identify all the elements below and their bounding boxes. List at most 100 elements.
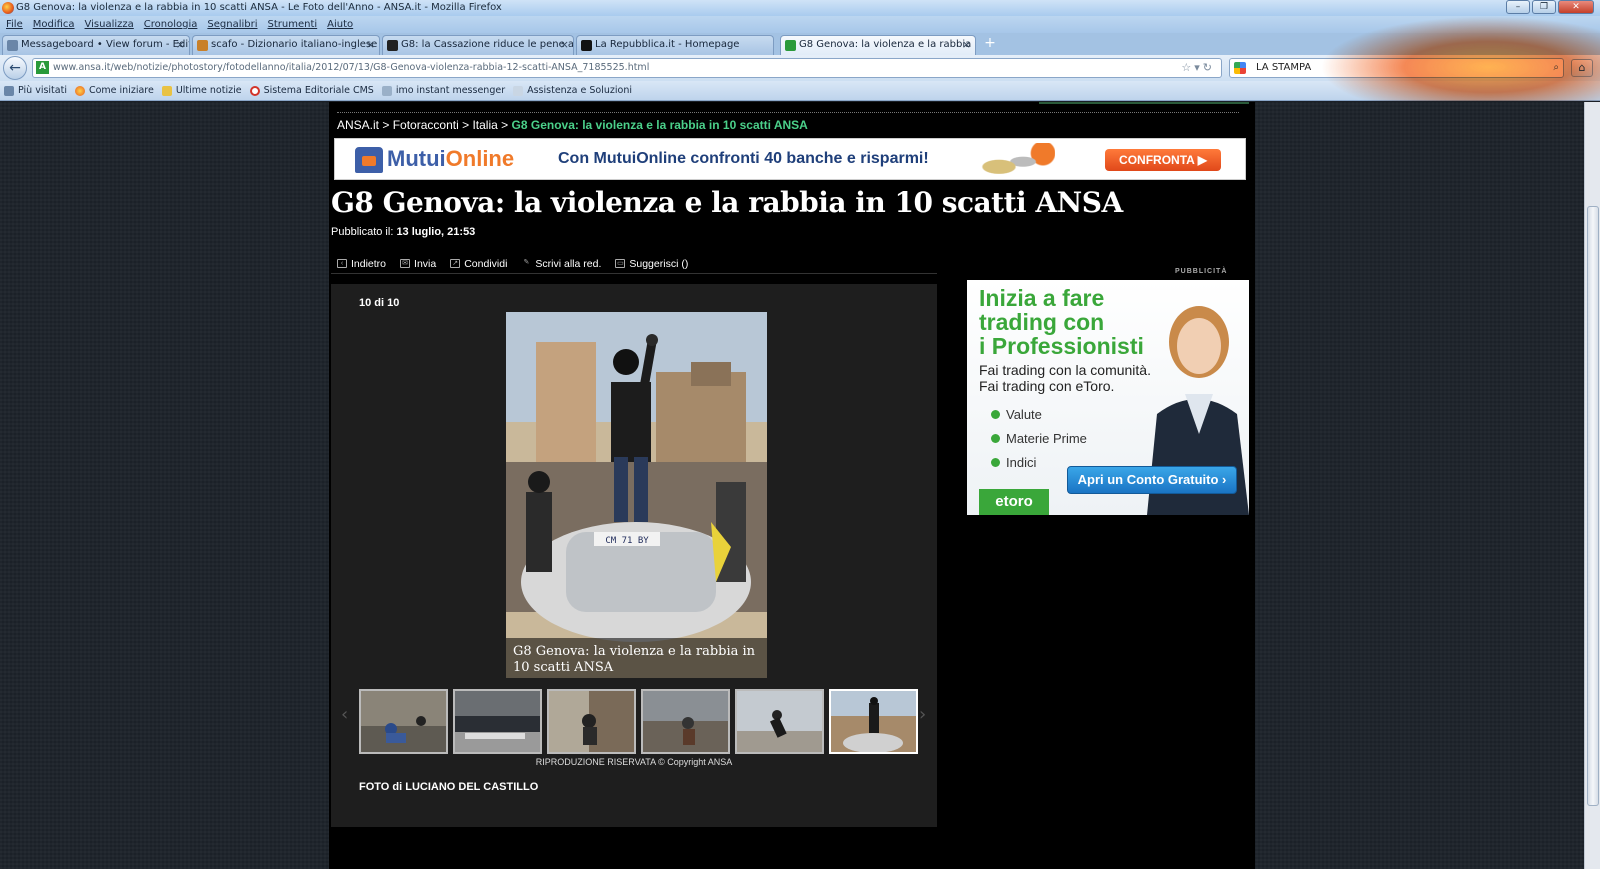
firefox-icon [74,85,85,96]
repubblica-icon [581,40,592,51]
bookmarks-toolbar: Più visitati Come iniziare Ultime notizi… [0,81,1600,101]
tab-label: La Repubblica.it - Homepage [595,39,740,50]
menu-visualizza[interactable]: Visualizza [85,16,134,33]
back-link[interactable]: ‹ Indietro [337,254,386,273]
thumbnail-3[interactable] [547,689,636,754]
copyright-notice: RIPRODUZIONE RISERVATA © Copyright ANSA [535,757,733,767]
thumbnail-5[interactable] [735,689,824,754]
etoro-ad[interactable]: Inizia a fare trading con i Professionis… [967,280,1249,515]
news-icon [387,40,398,51]
suggest-link[interactable]: ▭ Suggerisci () [615,254,688,273]
bookmark-label: imo instant messenger [395,84,506,96]
page-content: ANSA.it > Fotoracconti > Italia > G8 Gen… [329,102,1255,869]
back-button[interactable]: ← [3,56,27,80]
window-controls: – ❐ ✕ [1506,0,1594,14]
toolbar-label: Scrivi alla red. [535,257,602,270]
confronta-button[interactable]: CONFRONTA ▶ [1105,149,1221,171]
open-account-button[interactable]: Apri un Conto Gratuito › [1067,466,1237,494]
breadcrumb-fotoracconti[interactable]: Fotoracconti [393,118,459,132]
pencil-icon: ✎ [523,259,530,266]
bookmark-piu-visitati[interactable]: Più visitati [4,81,67,100]
site-identity-icon[interactable]: A [36,61,49,74]
tab-messageboard[interactable]: Messageboard • View forum - Editorial ..… [2,35,190,55]
breadcrumb: ANSA.it > Fotoracconti > Italia > G8 Gen… [337,118,808,132]
etoro-headline: Inizia a fare trading con i Professionis… [979,285,1144,359]
thumbnail-4[interactable] [641,689,730,754]
menu-segnalibri[interactable]: Segnalibri [207,16,257,33]
share-link[interactable]: ↗ Condividi [450,254,507,273]
bookmark-label: Assistenza e Soluzioni [527,84,632,96]
write-editor-link[interactable]: ✎ Scrivi alla red. [521,254,601,273]
tab-repubblica[interactable]: La Repubblica.it - Homepage [576,35,774,55]
mail-icon: ✉ [400,259,411,268]
page-viewport: ANSA.it > Fotoracconti > Italia > G8 Gen… [0,102,1584,869]
toolbar-label: Indietro [351,257,387,270]
scrollbar-thumb[interactable] [1587,206,1599,806]
etoro-subtext: Fai trading con la comunità. Fai trading… [979,362,1151,394]
menu-cronologia[interactable]: Cronologia [144,16,198,33]
bookmark-ultime-notizie[interactable]: Ultime notizie [161,81,242,100]
google-icon[interactable] [1234,62,1246,74]
menu-aiuto[interactable]: Aiuto [327,16,353,33]
breadcrumb-separator: > [382,118,390,132]
divider [337,112,1239,113]
window-title: G8 Genova: la violenza e la rabbia in 10… [16,2,502,13]
firefox-logo-icon [2,2,14,14]
tab-label: G8: la Cassazione riduce le pene a ott..… [401,39,574,50]
tab-strip: Messageboard • View forum - Editorial ..… [0,33,1600,55]
breadcrumb-current: G8 Genova: la violenza e la rabbia in 10… [511,118,808,132]
dictionary-icon [197,40,208,51]
breadcrumb-separator: > [462,118,470,132]
close-tab-icon[interactable]: × [366,36,375,54]
bookmark-imo[interactable]: imo instant messenger [381,81,506,100]
close-window-button[interactable]: ✕ [1558,0,1594,14]
bookmark-star-icon[interactable]: ☆▾↻ [1181,59,1215,77]
tab-dizionario[interactable]: scafo - Dizionario italiano-inglese Wo..… [192,35,380,55]
close-tab-icon[interactable]: × [176,36,185,54]
article-toolbar: ‹ Indietro ✉ Invia ↗ Condividi ✎ Scrivi alla… [331,254,937,274]
mutuionline-banner-ad[interactable]: MutuiOnline Con MutuiOnline confronti 40… [334,138,1246,180]
page-scrollbar[interactable] [1584,102,1600,869]
imo-icon [381,85,392,96]
menu-modifica[interactable]: Modifica [33,16,75,33]
next-arrow-icon[interactable]: › [919,704,926,725]
page-title: G8 Genova: la violenza e la rabbia in 10… [331,186,1123,219]
tab-ansa-active[interactable]: G8 Genova: la violenza e la rabbia in 1.… [780,35,976,55]
breadcrumb-italia[interactable]: Italia [472,118,497,132]
search-bar[interactable]: LA STAMPA ⌕ [1229,58,1564,78]
tab-cassazione[interactable]: G8: la Cassazione riduce le pene a ott..… [382,35,574,55]
photo-counter: 10 di 10 [359,297,400,309]
close-tab-icon[interactable]: × [962,36,971,54]
send-link[interactable]: ✉ Invia [400,254,436,273]
thumbnail-1[interactable] [359,689,448,754]
bookmark-assistenza[interactable]: Assistenza e Soluzioni [513,81,632,100]
thumbnail-2[interactable] [453,689,542,754]
restore-button[interactable]: ❐ [1532,0,1556,14]
menu-strumenti[interactable]: Strumenti [268,16,318,33]
bookmark-come-iniziare[interactable]: Come iniziare [74,81,154,100]
bookmark-label: Come iniziare [88,84,154,96]
search-icon[interactable]: ⌕ [1553,59,1559,77]
breadcrumb-ansa[interactable]: ANSA.it [337,118,379,132]
tab-label: scafo - Dizionario italiano-inglese Wo..… [211,39,379,50]
url-bar[interactable]: A www.ansa.it/web/notizie/photostory/fot… [32,58,1222,78]
bookmark-label: Ultime notizie [175,84,242,96]
prev-arrow-icon[interactable]: ‹ [341,704,348,725]
breadcrumb-separator: > [501,118,509,132]
bullet-arrow-icon [991,409,1000,419]
thumbnail-strip [359,689,918,754]
new-tab-button[interactable]: + [980,36,1000,52]
menu-file[interactable]: File [6,16,23,33]
close-tab-icon[interactable]: × [560,36,569,54]
rss-feed-icon [161,85,172,96]
toolbar-label: Suggerisci () [629,257,689,270]
bookmark-sistema-editoriale[interactable]: Sistema Editoriale CMS [249,81,374,100]
home-button[interactable]: ⌂ [1571,59,1593,77]
ad-label: PUBBLICITÀ [1175,268,1228,275]
list-item: Valute [991,402,1087,426]
main-photo[interactable]: CM 71 BY G8 Genova: la violenza e la rab… [506,312,767,678]
minimize-button[interactable]: – [1506,0,1530,14]
header-accent [1039,102,1249,104]
list-item: Materie Prime [991,426,1087,450]
thumbnail-6-selected[interactable] [829,689,918,754]
